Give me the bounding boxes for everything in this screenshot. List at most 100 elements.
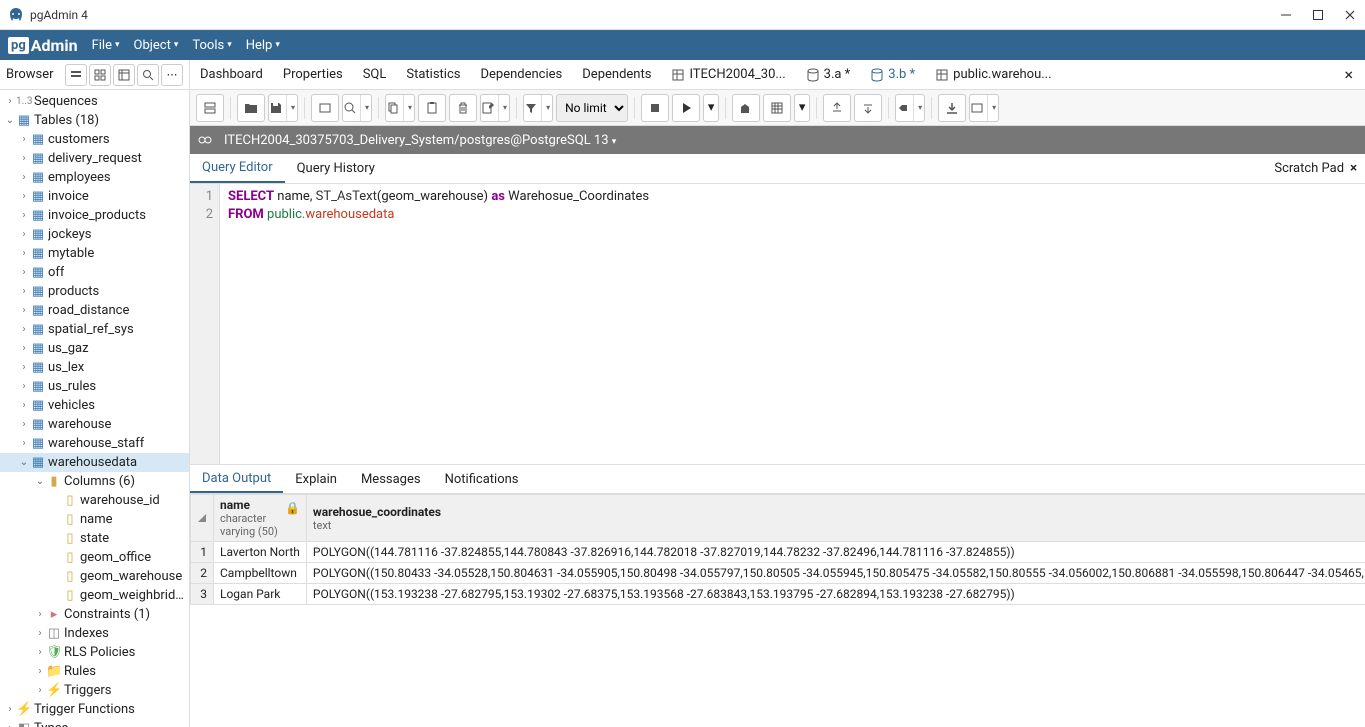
tree-table-warehousedata[interactable]: ⌄▦warehousedata xyxy=(0,453,189,472)
tab-close[interactable]: × xyxy=(1332,65,1365,84)
browser-btn-search[interactable] xyxy=(137,64,159,86)
scratch-close[interactable]: × xyxy=(1350,161,1357,176)
browser-btn-3[interactable] xyxy=(113,64,135,86)
minimize-button[interactable] xyxy=(1279,8,1293,22)
tab-query-history[interactable]: Query History xyxy=(285,154,387,183)
toolbar-find[interactable] xyxy=(311,94,339,122)
file-tab[interactable]: 3.b * xyxy=(860,60,925,89)
col-header-name[interactable]: namecharacter varying (50)🔒 xyxy=(214,495,307,542)
browser-btn-2[interactable] xyxy=(89,64,111,86)
file-tab[interactable]: ITECH2004_30... xyxy=(661,60,795,89)
tree-table-warehouse[interactable]: ›▦warehouse xyxy=(0,415,189,434)
toolbar-copy[interactable]: ▾ xyxy=(385,94,415,122)
toolbar-rollback[interactable] xyxy=(854,94,882,122)
limit-select[interactable]: No limit xyxy=(556,94,628,122)
tree-triggers[interactable]: ›⚡Triggers xyxy=(0,681,189,700)
result-row[interactable]: 1Laverton NorthPOLYGON((144.781116 -37.8… xyxy=(191,542,1365,563)
toolbar-explain[interactable] xyxy=(732,94,760,122)
toolbar-stop[interactable] xyxy=(641,94,669,122)
tree-table-us_lex[interactable]: ›▦us_lex xyxy=(0,358,189,377)
toolbar-macro[interactable]: ▾ xyxy=(969,94,999,122)
tree-table-us_gaz[interactable]: ›▦us_gaz xyxy=(0,339,189,358)
tree-table-warehouse_staff[interactable]: ›▦warehouse_staff xyxy=(0,434,189,453)
toolbar-delete[interactable] xyxy=(449,94,477,122)
tab-data-output[interactable]: Data Output xyxy=(190,465,283,493)
tree-table-off[interactable]: ›▦off xyxy=(0,263,189,282)
tree-column-geom_office[interactable]: ▯geom_office xyxy=(0,548,189,567)
toolbar-execute-dd[interactable]: ▾ xyxy=(703,94,719,122)
tree-column-geom_weighbridge[interactable]: ▯geom_weighbridge xyxy=(0,586,189,605)
tab-dependents[interactable]: Dependents xyxy=(572,60,661,89)
tree-column-state[interactable]: ▯state xyxy=(0,529,189,548)
tree-rules[interactable]: ›📁Rules xyxy=(0,662,189,681)
tree-table-employees[interactable]: ›▦employees xyxy=(0,168,189,187)
tree-table-mytable[interactable]: ›▦mytable xyxy=(0,244,189,263)
tab-sql[interactable]: SQL xyxy=(353,60,397,89)
tree-column-name[interactable]: ▯name xyxy=(0,510,189,529)
toolbar-explain-analyze[interactable] xyxy=(763,94,791,122)
toolbar-open[interactable] xyxy=(237,94,265,122)
file-tab[interactable]: 3.a * xyxy=(796,60,861,89)
maximize-button[interactable] xyxy=(1311,8,1325,22)
tree-table-us_rules[interactable]: ›▦us_rules xyxy=(0,377,189,396)
toolbar-connection[interactable] xyxy=(196,94,224,122)
tree-table-customers[interactable]: ›▦customers xyxy=(0,130,189,149)
tree-table-products[interactable]: ›▦products xyxy=(0,282,189,301)
tree-table-delivery_request[interactable]: ›▦delivery_request xyxy=(0,149,189,168)
toolbar-edit[interactable]: ▾ xyxy=(480,94,510,122)
toolbar-explain-dd[interactable]: ▾ xyxy=(794,94,810,122)
col-header-warehosue_coordinates[interactable]: warehosue_coordinatestext🔒 xyxy=(306,495,1365,542)
toolbar-paste[interactable] xyxy=(418,94,446,122)
close-button[interactable] xyxy=(1343,8,1357,22)
tree-table-spatial_ref_sys[interactable]: ›▦spatial_ref_sys xyxy=(0,320,189,339)
toolbar-download[interactable] xyxy=(938,94,966,122)
tree-column-geom_warehouse[interactable]: ▯geom_warehouse xyxy=(0,567,189,586)
menubar: pgAdmin File▾ Object▾ Tools▾ Help▾ xyxy=(0,30,1365,60)
tree-column-warehouse_id[interactable]: ▯warehouse_id xyxy=(0,491,189,510)
results-grid[interactable]: namecharacter varying (50)🔒warehosue_coo… xyxy=(190,494,1365,727)
tree-table-invoice_products[interactable]: ›▦invoice_products xyxy=(0,206,189,225)
sql-editor[interactable]: 12 SELECT name, ST_AsText(geom_warehouse… xyxy=(190,184,1365,464)
tab-dashboard[interactable]: Dashboard xyxy=(190,60,273,89)
toolbar-search[interactable]: ▾ xyxy=(342,94,372,122)
conn-status-icon xyxy=(198,133,216,147)
object-tree[interactable]: ›1..3Sequences ⌄▦Tables (18) ›▦customers… xyxy=(0,90,189,727)
menu-object[interactable]: Object▾ xyxy=(134,38,179,53)
toolbar-filter[interactable]: ▾ xyxy=(523,94,553,122)
tree-tables[interactable]: ⌄▦Tables (18) xyxy=(0,111,189,130)
tab-explain[interactable]: Explain xyxy=(283,465,349,493)
sql-code[interactable]: SELECT name, ST_AsText(geom_warehouse) a… xyxy=(220,184,657,464)
tab-properties[interactable]: Properties xyxy=(273,60,353,89)
tree-constraints[interactable]: ›▸Constraints (1) xyxy=(0,605,189,624)
tab-messages[interactable]: Messages xyxy=(349,465,433,493)
tree-table-road_distance[interactable]: ›▦road_distance xyxy=(0,301,189,320)
tab-dependencies[interactable]: Dependencies xyxy=(470,60,572,89)
tree-trigger-functions[interactable]: ›⚡Trigger Functions xyxy=(0,700,189,719)
tree-sequences[interactable]: ›1..3Sequences xyxy=(0,92,189,111)
toolbar-execute[interactable] xyxy=(672,94,700,122)
menu-file[interactable]: File▾ xyxy=(92,38,120,53)
tab-notifications[interactable]: Notifications xyxy=(433,465,531,493)
tree-columns[interactable]: ⌄▮Columns (6) xyxy=(0,472,189,491)
browser-btn-1[interactable] xyxy=(65,64,87,86)
tree-table-vehicles[interactable]: ›▦vehicles xyxy=(0,396,189,415)
connection-path[interactable]: ITECH2004_30375703_Delivery_System/postg… xyxy=(224,133,616,148)
file-tab[interactable]: public.warehou... xyxy=(925,60,1061,89)
menu-tools[interactable]: Tools▾ xyxy=(192,38,231,53)
toolbar-save[interactable]: ▾ xyxy=(268,94,298,122)
tab-statistics[interactable]: Statistics xyxy=(396,60,470,89)
toolbar-clear[interactable]: ▾ xyxy=(895,94,925,122)
browser-btn-more[interactable]: ⋯ xyxy=(161,64,183,86)
window-title: pgAdmin 4 xyxy=(30,8,1279,22)
result-row[interactable]: 2CampbelltownPOLYGON((150.80433 -34.0552… xyxy=(191,563,1365,584)
menu-help[interactable]: Help▾ xyxy=(246,38,280,53)
tab-query-editor[interactable]: Query Editor xyxy=(190,154,285,183)
tree-table-invoice[interactable]: ›▦invoice xyxy=(0,187,189,206)
query-toolbar: ▾ ▾ ▾ ▾ ▾ No limit ▾ ▾ ▾ xyxy=(190,90,1365,126)
tree-rls[interactable]: ›🛡RLS Policies xyxy=(0,643,189,662)
tree-indexes[interactable]: ›◫Indexes xyxy=(0,624,189,643)
toolbar-commit[interactable] xyxy=(823,94,851,122)
tree-table-jockeys[interactable]: ›▦jockeys xyxy=(0,225,189,244)
result-row[interactable]: 3Logan ParkPOLYGON((153.193238 -27.68279… xyxy=(191,584,1365,605)
tree-types[interactable]: ›◧Types xyxy=(0,719,189,727)
